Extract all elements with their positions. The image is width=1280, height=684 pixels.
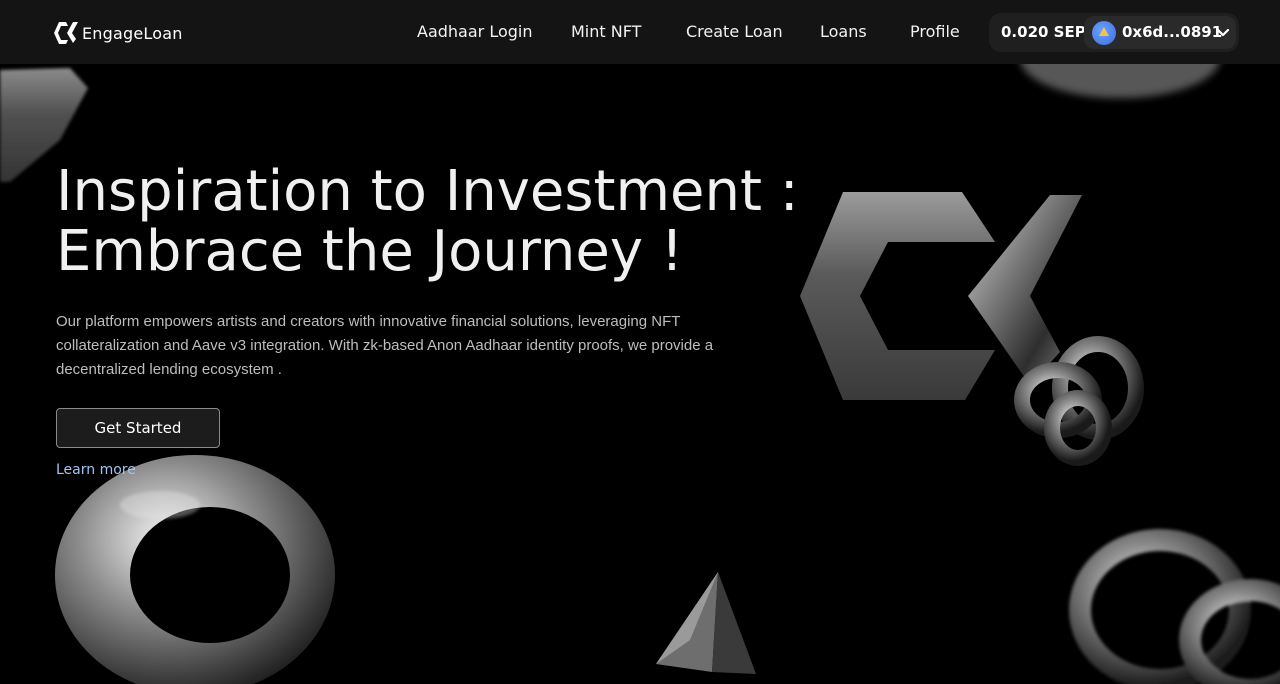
account-button[interactable]: 0x6d...0891 [1084, 16, 1236, 49]
brand-name: EngageLoan [82, 23, 183, 43]
torus-shape [55, 455, 335, 684]
chain-bottom-shape [1069, 529, 1280, 684]
nav-link-create-loan[interactable]: Create Loan [686, 22, 783, 41]
hero-title-line-1: Inspiration to Investment : [56, 159, 799, 224]
pyramid-shape [656, 572, 756, 674]
page: EngageLoan Aadhaar Login Mint NFT Create… [0, 0, 1280, 684]
learn-more-link[interactable]: Learn more [56, 462, 136, 478]
ck-logo-shape [800, 192, 1082, 400]
get-started-button[interactable]: Get Started [56, 408, 220, 448]
chain-knot-shape [1014, 336, 1144, 466]
wallet-address: 0x6d...0891 [1122, 23, 1223, 41]
brand[interactable]: EngageLoan [54, 22, 183, 44]
nav-link-mint-nft[interactable]: Mint NFT [571, 22, 641, 41]
hero-title-line-2: Embrace the Journey ! [56, 219, 684, 284]
hero-description: Our platform empowers artists and creato… [56, 313, 714, 378]
wallet-widget: 0.020 SEP 0x6d...0891 [989, 13, 1239, 52]
nav-link-loans[interactable]: Loans [820, 22, 867, 41]
engageloan-logo-icon [54, 22, 78, 44]
chevron-down-icon [1216, 28, 1230, 37]
hero-title: Inspiration to Investment : Embrace the … [56, 162, 816, 282]
wallet-avatar-icon [1092, 21, 1116, 45]
navbar: EngageLoan Aadhaar Login Mint NFT Create… [0, 0, 1280, 64]
nav-link-profile[interactable]: Profile [910, 22, 960, 41]
nav-link-aadhaar-login[interactable]: Aadhaar Login [417, 22, 532, 41]
wallet-balance[interactable]: 0.020 SEP [1001, 23, 1086, 41]
